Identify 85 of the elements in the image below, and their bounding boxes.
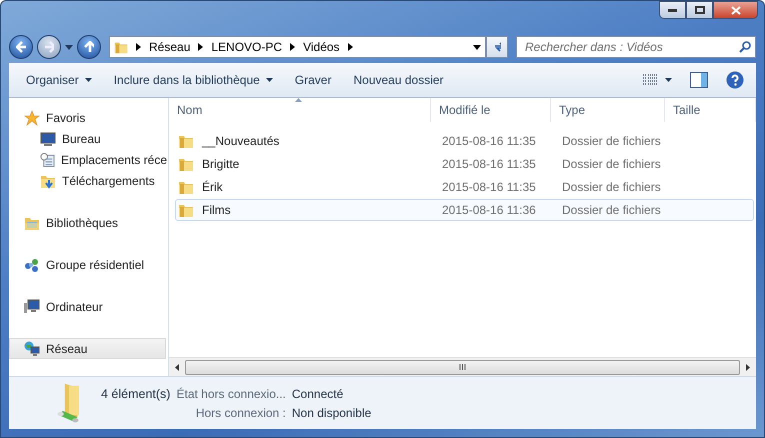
- history-dropdown-icon[interactable]: [65, 44, 73, 50]
- scroll-right-icon[interactable]: [746, 364, 750, 370]
- maximize-button[interactable]: [686, 1, 713, 19]
- file-type: Dossier de fichiers: [561, 134, 662, 148]
- back-button[interactable]: [9, 35, 33, 59]
- nav-item[interactable]: Bibliothèques: [9, 212, 168, 233]
- column-header[interactable]: Taille: [665, 98, 756, 122]
- item-count: 4 élément(s): [101, 386, 170, 400]
- address-bar[interactable]: Réseau LENOVO-PC Vidéos: [109, 36, 486, 58]
- modified-date: 2015-08-16 11:36: [441, 203, 537, 217]
- folder-icon: [178, 202, 194, 218]
- nav-item[interactable]: Bureau: [9, 128, 168, 149]
- minimize-button[interactable]: [659, 1, 686, 19]
- homegroup-icon: [24, 256, 40, 272]
- network-icon: [24, 340, 40, 356]
- arrow-right-icon: [44, 41, 54, 53]
- file-row[interactable]: Brigitte 2015-08-16 11:35 Dossier de fichiers: [175, 153, 754, 175]
- caret-icon: [266, 78, 273, 82]
- minimize-icon: [668, 8, 677, 12]
- breadcrumb[interactable]: Vidéos: [303, 40, 340, 54]
- column-header[interactable]: Type: [551, 98, 665, 122]
- status-value: Non disponible: [292, 406, 372, 420]
- file-row[interactable]: Érik 2015-08-16 11:35 Dossier de fichiers: [175, 176, 754, 198]
- preview-pane-icon[interactable]: [690, 72, 708, 88]
- modified-date: 2015-08-16 11:35: [441, 134, 537, 148]
- toolbar-button[interactable]: Graver: [286, 69, 340, 91]
- breadcrumb[interactable]: LENOVO-PC: [211, 40, 282, 54]
- file-type: Dossier de fichiers: [561, 203, 662, 217]
- network-folder-icon: [114, 40, 128, 54]
- modified-date: 2015-08-16 11:35: [441, 180, 537, 194]
- toolbar-button[interactable]: Nouveau dossier: [344, 69, 453, 91]
- nav-item[interactable]: Emplacements réce: [9, 149, 168, 170]
- chevron-icon[interactable]: [136, 43, 141, 51]
- close-icon: [730, 6, 740, 14]
- grip-icon: [459, 364, 466, 370]
- nav-item[interactable]: Réseau: [9, 338, 166, 359]
- arrow-up-icon: [84, 41, 94, 53]
- file-name: __Nouveautés: [202, 134, 280, 148]
- refresh-button[interactable]: [486, 36, 508, 58]
- star-icon: [24, 110, 40, 126]
- folder-icon: [178, 179, 194, 195]
- up-button[interactable]: [77, 35, 101, 59]
- chevron-icon[interactable]: [198, 43, 204, 51]
- search-icon: [739, 41, 751, 53]
- sort-arrow-icon: [295, 98, 302, 102]
- status-label: Hors connexion :: [194, 406, 286, 420]
- toolbar-button[interactable]: Inclure dans la bibliothèque: [104, 69, 282, 91]
- help-icon[interactable]: [726, 71, 744, 89]
- file-row[interactable]: __Nouveautés 2015-08-16 11:35 Dossier de fichiers: [175, 130, 754, 152]
- file-name: Brigitte: [202, 157, 240, 171]
- maximize-icon: [694, 6, 704, 14]
- computer-icon: [24, 298, 40, 314]
- dropdown-icon[interactable]: [473, 44, 481, 50]
- status-label: État hors connexio...: [176, 386, 286, 400]
- refresh-arrows-icon: [493, 41, 501, 53]
- status-value: Connecté: [292, 386, 344, 400]
- column-header[interactable]: Nom: [169, 98, 431, 122]
- nav-item[interactable]: Favoris: [9, 107, 168, 128]
- arrow-left-icon: [16, 41, 26, 53]
- nav-item[interactable]: Ordinateur: [9, 296, 168, 317]
- forward-button[interactable]: [37, 35, 61, 59]
- file-type: Dossier de fichiers: [561, 180, 662, 194]
- nav-item[interactable]: Téléchargements: [9, 170, 168, 191]
- file-type: Dossier de fichiers: [561, 157, 662, 171]
- folder-icon: [178, 133, 194, 149]
- view-list-icon[interactable]: [643, 74, 657, 86]
- search-field[interactable]: Rechercher dans : Vidéos: [516, 36, 756, 58]
- nav-item[interactable]: Groupe résidentiel: [9, 254, 168, 275]
- scroll-left-icon[interactable]: [175, 364, 179, 370]
- breadcrumb[interactable]: Réseau: [149, 40, 190, 54]
- modified-date: 2015-08-16 11:35: [441, 157, 537, 171]
- file-row[interactable]: Films 2015-08-16 11:36 Dossier de fichiers: [175, 199, 754, 221]
- close-button[interactable]: [713, 1, 758, 19]
- recent-places-icon: [40, 152, 55, 168]
- column-header[interactable]: Modifié le: [431, 98, 551, 122]
- toolbar-button[interactable]: Organiser: [17, 69, 101, 91]
- caret-icon: [665, 78, 672, 82]
- file-name: Érik: [202, 180, 223, 194]
- chevron-icon[interactable]: [290, 43, 296, 51]
- caret-icon: [84, 78, 92, 82]
- desktop-icon: [40, 132, 56, 146]
- offline-folder-icon: [57, 383, 79, 423]
- file-name: Films: [202, 203, 231, 217]
- folder-icon: [178, 156, 194, 172]
- chevron-icon[interactable]: [348, 43, 353, 51]
